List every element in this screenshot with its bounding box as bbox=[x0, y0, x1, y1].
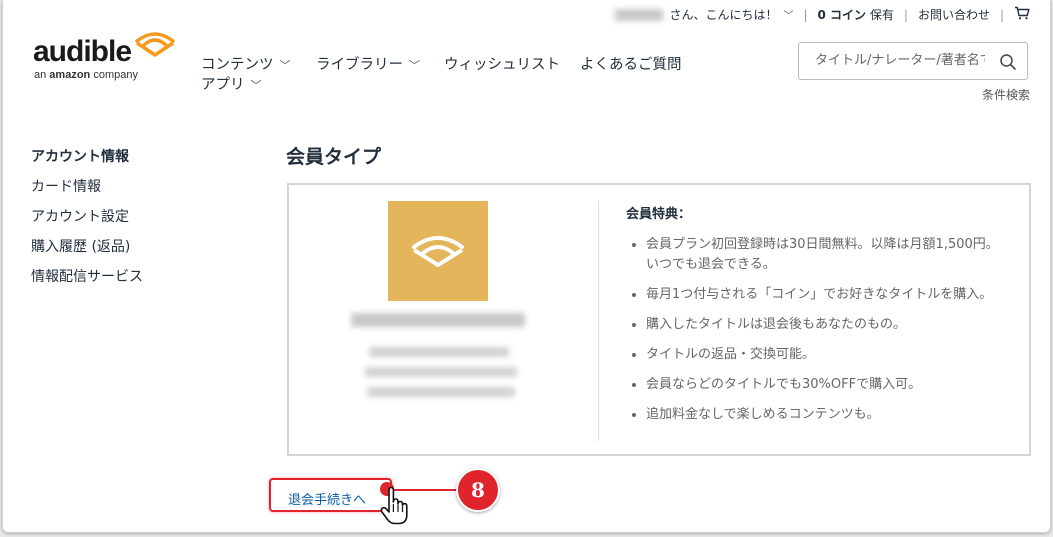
list-item: 会員ならどのタイトルでも30%OFFで購入可。 bbox=[646, 375, 1006, 395]
blurred-plan-detail bbox=[367, 387, 515, 397]
logo-wordmark: audible bbox=[33, 35, 132, 68]
advanced-search-link[interactable]: 条件検索 bbox=[982, 86, 1030, 103]
greeting-text: さん、こんにちは！ bbox=[669, 8, 778, 22]
coin-suffix: 保有 bbox=[869, 8, 894, 22]
chevron-down-icon: ﹀ bbox=[250, 79, 262, 92]
benefits-list: 会員プラン初回登録時は30日間無料。以降は月額1,500円。いつでも退会できる。… bbox=[626, 235, 1006, 425]
tagline-brand: amazon bbox=[49, 69, 91, 81]
chevron-down-icon: ﹀ bbox=[409, 59, 420, 72]
account-page: さん、こんにちは！ ﹀ | 0 コイン 保有 | お問い合わせ | audible… bbox=[2, 0, 1051, 533]
sidebar-item-purchase-history[interactable]: 購入履歴 (返品) bbox=[31, 237, 143, 267]
cancel-membership-link[interactable]: 退会手続きへ bbox=[288, 489, 366, 508]
sidebar-item-newsletter[interactable]: 情報配信サービス bbox=[31, 267, 143, 297]
search-icon[interactable] bbox=[999, 53, 1017, 71]
tagline-suffix: company bbox=[90, 69, 138, 81]
greeting-menu[interactable]: さん、こんにちは！ ﹀ bbox=[669, 6, 793, 23]
cart-icon bbox=[1015, 6, 1030, 20]
step-number-badge: 8 bbox=[456, 468, 500, 512]
list-item: 追加料金なしで楽しめるコンテンツも。 bbox=[646, 405, 1006, 425]
list-item: 会員プラン初回登録時は30日間無料。以降は月額1,500円。いつでも退会できる。 bbox=[646, 235, 1006, 275]
nav-item-faq[interactable]: よくあるご質問 bbox=[580, 53, 682, 74]
benefits-panel: 会員特典： 会員プラン初回登録時は30日間無料。以降は月額1,500円。いつでも… bbox=[626, 203, 1006, 435]
tagline-prefix: an bbox=[34, 69, 50, 81]
divider: | bbox=[903, 7, 908, 22]
hand-pointer-icon bbox=[380, 486, 408, 525]
card-divider bbox=[598, 201, 599, 441]
nav-label: よくあるご質問 bbox=[580, 57, 682, 73]
audible-logo[interactable]: audible an amazon company bbox=[31, 31, 176, 85]
search-box bbox=[798, 42, 1028, 80]
contact-link[interactable]: お問い合わせ bbox=[918, 6, 990, 23]
plan-image bbox=[388, 201, 488, 301]
blurred-plan-detail bbox=[369, 347, 509, 357]
divider: | bbox=[999, 7, 1004, 22]
cancel-highlight-box: 退会手続きへ bbox=[269, 478, 392, 512]
list-item: 購入したタイトルは退会後もあなたのもの。 bbox=[646, 315, 1006, 335]
search-input[interactable] bbox=[813, 52, 987, 69]
membership-card: 会員特典： 会員プラン初回登録時は30日間無料。以降は月額1,500円。いつでも… bbox=[287, 183, 1031, 456]
sidebar-item-card-info[interactable]: カード情報 bbox=[31, 177, 143, 207]
nav-item-apps[interactable]: アプリ ﹀ bbox=[201, 73, 262, 94]
sidebar-item-account-info[interactable]: アカウント情報 bbox=[31, 147, 143, 177]
list-item: 毎月1つ付与される「コイン」でお好きなタイトルを購入。 bbox=[646, 285, 1006, 305]
nav-item-contents[interactable]: コンテンツ ﹀ bbox=[201, 53, 291, 74]
chevron-down-icon: ﹀ bbox=[783, 11, 794, 22]
cart-button[interactable] bbox=[1014, 6, 1030, 23]
audible-waves-icon bbox=[412, 236, 464, 267]
utility-bar: さん、こんにちは！ ﹀ | 0 コイン 保有 | お問い合わせ | bbox=[615, 6, 1030, 23]
blurred-plan-detail bbox=[365, 367, 517, 377]
blurred-plan-name bbox=[351, 313, 525, 327]
page-title: 会員タイプ bbox=[286, 146, 382, 168]
nav-item-library[interactable]: ライブラリー ﹀ bbox=[316, 53, 420, 74]
blurred-username bbox=[615, 8, 664, 21]
benefits-heading: 会員特典： bbox=[626, 207, 692, 222]
nav-label: コンテンツ bbox=[201, 57, 274, 73]
sidebar-item-account-settings[interactable]: アカウント設定 bbox=[31, 207, 143, 237]
nav-label: ウィッシュリスト bbox=[444, 57, 560, 73]
nav-label: ライブラリー bbox=[316, 57, 403, 73]
nav-label: アプリ bbox=[201, 77, 245, 93]
audible-waves-icon bbox=[135, 32, 175, 57]
coin-count: 0 コイン bbox=[817, 8, 867, 22]
coin-balance[interactable]: 0 コイン 保有 bbox=[818, 6, 894, 23]
divider: | bbox=[803, 7, 808, 22]
nav-item-wishlist[interactable]: ウィッシュリスト bbox=[444, 53, 560, 74]
list-item: タイトルの返品・交換可能。 bbox=[646, 345, 1006, 365]
logo-tagline: an amazon company bbox=[34, 69, 138, 81]
chevron-down-icon: ﹀ bbox=[279, 59, 291, 72]
account-sidebar: アカウント情報 カード情報 アカウント設定 購入履歴 (返品) 情報配信サービス bbox=[31, 147, 143, 297]
